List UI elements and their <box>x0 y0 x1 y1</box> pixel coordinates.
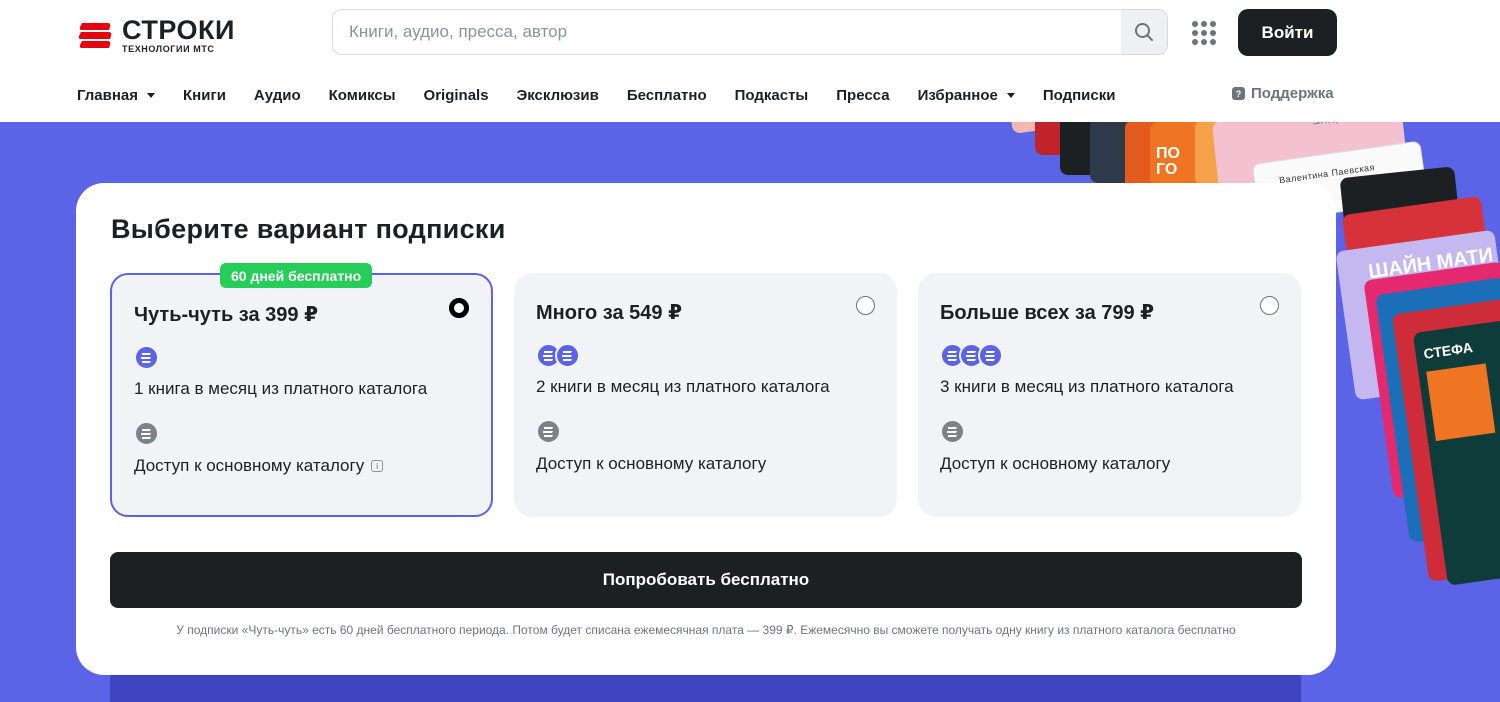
plan-option-large[interactable]: Больше всех за 799 ₽ 3 книги в месяц из … <box>918 273 1301 517</box>
caret-down-icon <box>147 92 156 98</box>
plan-option-small[interactable]: 60 дней бесплатно Чуть-чуть за 399 ₽ 1 к… <box>110 263 493 517</box>
nav-label: Избранное <box>917 86 998 104</box>
catalog-coin-icon <box>536 419 561 444</box>
next-section-edge <box>110 675 1301 702</box>
catalog-coin-icon <box>940 419 965 444</box>
search-box <box>332 9 1168 55</box>
plan-radio[interactable] <box>1260 296 1279 315</box>
plan-title: Много за 549 ₽ <box>536 302 682 324</box>
book-coin-icon <box>134 345 159 370</box>
try-free-button[interactable]: Попробовать бесплатно <box>110 552 1302 608</box>
book-coins <box>940 343 1003 368</box>
plan-catalog-label: Доступ к основному каталогу <box>134 456 365 475</box>
info-icon[interactable]: i <box>371 460 384 472</box>
catalog-coin <box>940 419 965 444</box>
free-trial-badge: 60 дней бесплатно <box>220 263 373 288</box>
search-icon <box>1135 23 1153 41</box>
apps-grid-icon[interactable] <box>1192 21 1216 45</box>
plan-catalog-text: Доступ к основному каталогу <box>940 454 1171 473</box>
nav-item-podcasts[interactable]: Подкасты <box>735 87 809 104</box>
support-link[interactable]: ? Поддержка <box>1232 85 1334 102</box>
book-cover-title: ПО ГО <box>1156 145 1180 178</box>
nav-item-exclusive[interactable]: Эксклюзив <box>517 87 599 104</box>
plan-radio[interactable] <box>449 298 469 318</box>
logo-subtitle: ТЕХНОЛОГИИ МТС <box>122 43 215 54</box>
catalog-coin <box>134 421 159 446</box>
search-button[interactable] <box>1121 10 1167 54</box>
book-cover-art <box>1426 363 1496 442</box>
site-header: СТРОКИ ТЕХНОЛОГИИ МТС Войти Главная Книг… <box>0 0 1500 122</box>
plan-option-medium[interactable]: Много за 549 ₽ 2 книги в месяц из платно… <box>514 273 897 517</box>
main-nav: Главная Книги Аудио Комиксы Originals Эк… <box>77 85 1143 105</box>
plan-title: Чуть-чуть за 399 ₽ <box>134 304 318 326</box>
logo[interactable]: СТРОКИ ТЕХНОЛОГИИ МТС <box>78 15 258 55</box>
page-title: Выберите вариант подписки <box>111 214 506 244</box>
support-label: Поддержка <box>1251 85 1334 102</box>
catalog-coin-icon <box>134 421 159 446</box>
nav-item-main[interactable]: Главная <box>77 86 156 104</box>
nav-item-press[interactable]: Пресса <box>836 87 889 104</box>
login-button[interactable]: Войти <box>1238 9 1337 56</box>
book-coins <box>134 345 159 370</box>
plan-catalog-text: Доступ к основному каталогу <box>536 454 767 473</box>
plan-radio[interactable] <box>856 296 875 315</box>
book-coin-icon <box>555 343 580 368</box>
book-cover-title: СТЕФА <box>1422 339 1474 362</box>
nav-item-audio[interactable]: Аудио <box>254 87 301 104</box>
subscription-card: Выберите вариант подписки 60 дней беспла… <box>76 183 1336 675</box>
nav-item-comics[interactable]: Комиксы <box>329 87 396 104</box>
logo-name: СТРОКИ <box>122 14 235 45</box>
search-input[interactable] <box>333 10 1123 54</box>
book-coins <box>536 343 580 368</box>
plan-books-text: 2 книги в месяц из платного каталога <box>536 377 830 396</box>
nav-item-books[interactable]: Книги <box>183 87 226 104</box>
plan-books-text: 3 книги в месяц из платного каталога <box>940 377 1234 396</box>
nav-item-originals[interactable]: Originals <box>424 87 489 104</box>
stroki-logo-icon <box>78 19 112 51</box>
nav-item-favorites[interactable]: Избранное <box>918 87 1015 104</box>
nav-label: Главная <box>77 86 139 104</box>
caret-down-icon <box>1006 92 1015 98</box>
nav-item-free[interactable]: Бесплатно <box>627 87 707 104</box>
plan-catalog-text: Доступ к основному каталогу i <box>134 456 384 476</box>
catalog-coin <box>536 419 561 444</box>
plan-books-text: 1 книга в месяц из платного каталога <box>134 379 428 398</box>
nav-item-subscriptions[interactable]: Подписки <box>1043 87 1116 104</box>
plan-title: Больше всех за 799 ₽ <box>940 302 1155 324</box>
book-coin-icon <box>978 343 1003 368</box>
subscription-footnote: У подписки «Чуть-чуть» есть 60 дней бесп… <box>176 623 1236 637</box>
help-icon: ? <box>1232 87 1245 100</box>
